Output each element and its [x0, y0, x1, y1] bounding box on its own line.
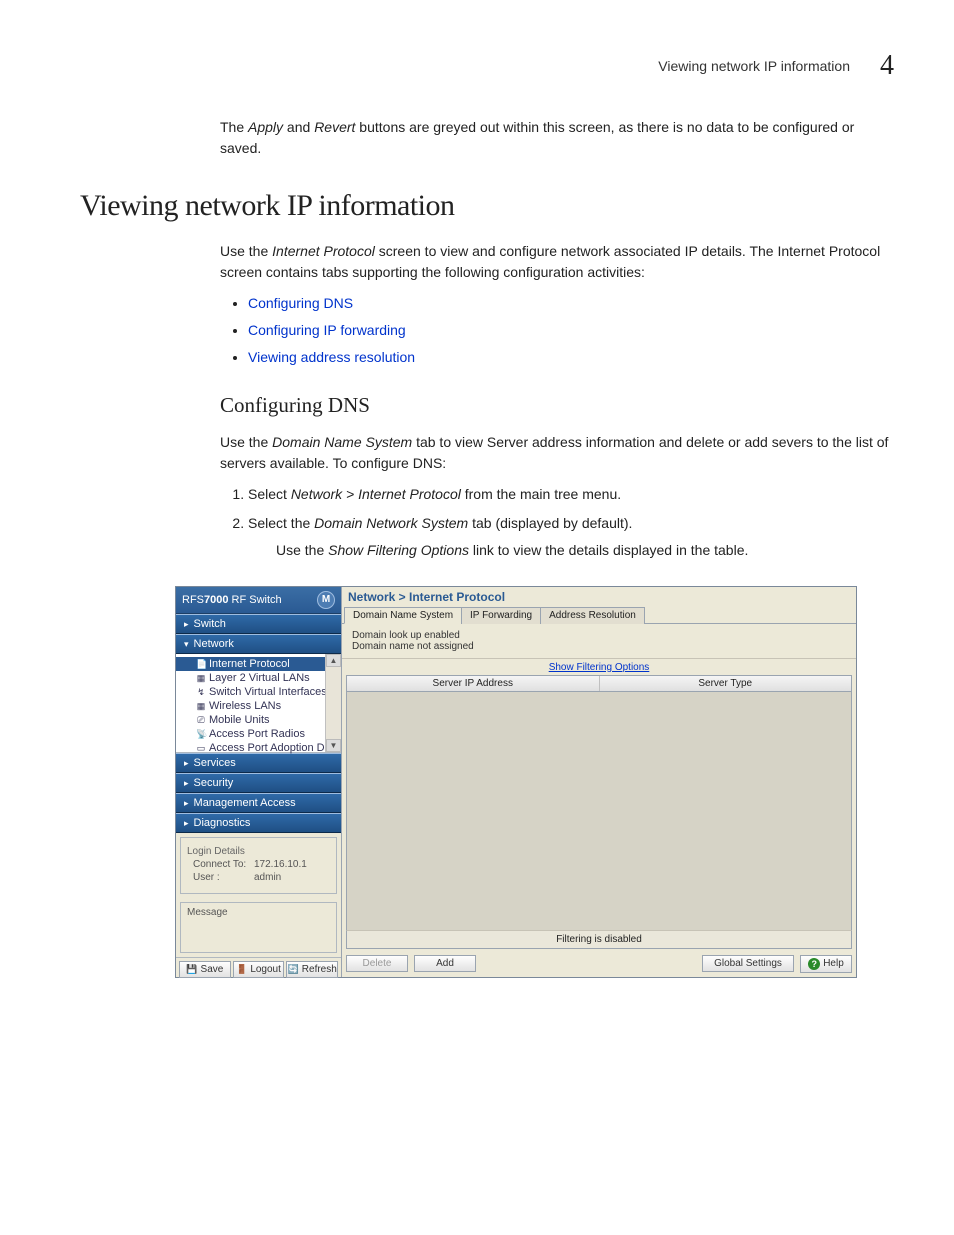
tree-item[interactable]: 📡Access Port Radios [176, 727, 341, 741]
interface-icon: ↯ [196, 687, 206, 698]
step: Select Network > Internet Protocol from … [248, 484, 894, 505]
page-icon: 📄 [196, 659, 206, 670]
tab-address-resolution[interactable]: Address Resolution [540, 607, 645, 624]
link-configuring-ip-forwarding[interactable]: Configuring IP forwarding [248, 322, 406, 338]
login-legend: Login Details [187, 846, 330, 857]
step: Select the Domain Network System tab (di… [248, 513, 894, 561]
logout-button[interactable]: 🚪Logout [233, 961, 285, 978]
add-button[interactable]: Add [414, 955, 476, 972]
adoption-icon: ▭ [196, 743, 206, 754]
heading-1: Viewing network IP information [80, 189, 894, 223]
ordered-steps: Select Network > Internet Protocol from … [220, 484, 894, 561]
breadcrumb: Network > Internet Protocol [342, 587, 856, 606]
delete-button[interactable]: Delete [346, 955, 408, 972]
show-filtering-options-link[interactable]: Show Filtering Options [549, 662, 650, 673]
tree-item[interactable]: ↯Switch Virtual Interfaces [176, 685, 341, 699]
refresh-button[interactable]: 🔄Refresh [286, 961, 338, 978]
tree-item[interactable]: ▦Layer 2 Virtual LANs [176, 671, 341, 685]
mobile-icon: ⎚ [196, 715, 206, 726]
message-legend: Message [187, 907, 330, 918]
paragraph: Use the Internet Protocol screen to view… [220, 241, 894, 283]
help-button[interactable]: ?Help [800, 955, 852, 973]
connect-to-value: 172.16.10.1 [254, 859, 307, 870]
tab-row: Domain Name System IP Forwarding Address… [342, 606, 856, 624]
sidebar-footer: 💾Save 🚪Logout 🔄Refresh [176, 957, 341, 981]
save-icon: 💾 [186, 964, 197, 975]
logout-icon: 🚪 [236, 964, 247, 975]
sidebar-item-security[interactable]: Security [176, 773, 341, 793]
paragraph: Use the Domain Name System tab to view S… [220, 432, 894, 474]
sidebar-title: RFS7000 RF Switch M [176, 587, 341, 614]
table-body[interactable] [346, 692, 852, 930]
login-details-box: Login Details Connect To:172.16.10.1 Use… [180, 837, 337, 894]
scroll-down-icon[interactable]: ▼ [326, 739, 341, 752]
app-screenshot: RFS7000 RF Switch M Switch Network 📄Inte… [175, 586, 857, 978]
radio-icon: 📡 [196, 729, 206, 740]
user-value: admin [254, 872, 281, 883]
lan-icon: ▦ [196, 673, 206, 684]
heading-2: Configuring DNS [220, 390, 894, 422]
chapter-number: 4 [880, 50, 894, 82]
sidebar-tree: 📄Internet Protocol ▦Layer 2 Virtual LANs… [176, 654, 341, 753]
bullet-list: Configuring DNS Configuring IP forwardin… [220, 293, 894, 368]
scroll-up-icon[interactable]: ▲ [326, 654, 341, 667]
tree-item-internet-protocol[interactable]: 📄Internet Protocol [176, 657, 341, 671]
table-header: Server IP Address Server Type [346, 675, 852, 692]
save-button[interactable]: 💾Save [179, 961, 231, 978]
step-sub: Use the Show Filtering Options link to v… [276, 540, 894, 561]
wlan-icon: ▦ [196, 701, 206, 712]
sidebar-item-switch[interactable]: Switch [176, 614, 341, 634]
tab-domain-name-system[interactable]: Domain Name System [344, 607, 462, 624]
tree-item[interactable]: ⎚Mobile Units [176, 713, 341, 727]
filter-status: Filtering is disabled [346, 930, 852, 949]
sidebar-item-network[interactable]: Network [176, 634, 341, 654]
sidebar-item-diagnostics[interactable]: Diagnostics [176, 813, 341, 833]
refresh-icon: 🔄 [288, 964, 299, 975]
message-box: Message [180, 902, 337, 953]
tree-item[interactable]: ▭Access Port Adoption Defaults [176, 741, 341, 755]
tree-item[interactable]: ▦Wireless LANs [176, 699, 341, 713]
main-footer: Delete Add Global Settings ?Help [342, 949, 856, 977]
col-server-type[interactable]: Server Type [600, 676, 852, 691]
link-viewing-address-resolution[interactable]: Viewing address resolution [248, 349, 415, 365]
global-settings-button[interactable]: Global Settings [702, 955, 794, 972]
header-title: Viewing network IP information [658, 58, 850, 74]
sidebar-item-services[interactable]: Services [176, 753, 341, 773]
logo-icon: M [317, 591, 335, 609]
scrollbar[interactable]: ▲ ▼ [325, 654, 341, 752]
col-server-ip[interactable]: Server IP Address [347, 676, 600, 691]
product-name: RFS7000 RF Switch [182, 594, 282, 606]
link-configuring-dns[interactable]: Configuring DNS [248, 295, 353, 311]
help-icon: ? [808, 958, 820, 970]
filter-link-row: Show Filtering Options [342, 659, 856, 675]
intro-paragraph: The Apply and Revert buttons are greyed … [220, 117, 894, 159]
status-text: Domain look up enabled Domain name not a… [342, 624, 856, 659]
page-header: Viewing network IP information 4 [80, 50, 894, 82]
main-panel: Network > Internet Protocol Domain Name … [342, 587, 856, 977]
sidebar: RFS7000 RF Switch M Switch Network 📄Inte… [176, 587, 342, 977]
tab-ip-forwarding[interactable]: IP Forwarding [461, 607, 541, 624]
sidebar-item-management-access[interactable]: Management Access [176, 793, 341, 813]
